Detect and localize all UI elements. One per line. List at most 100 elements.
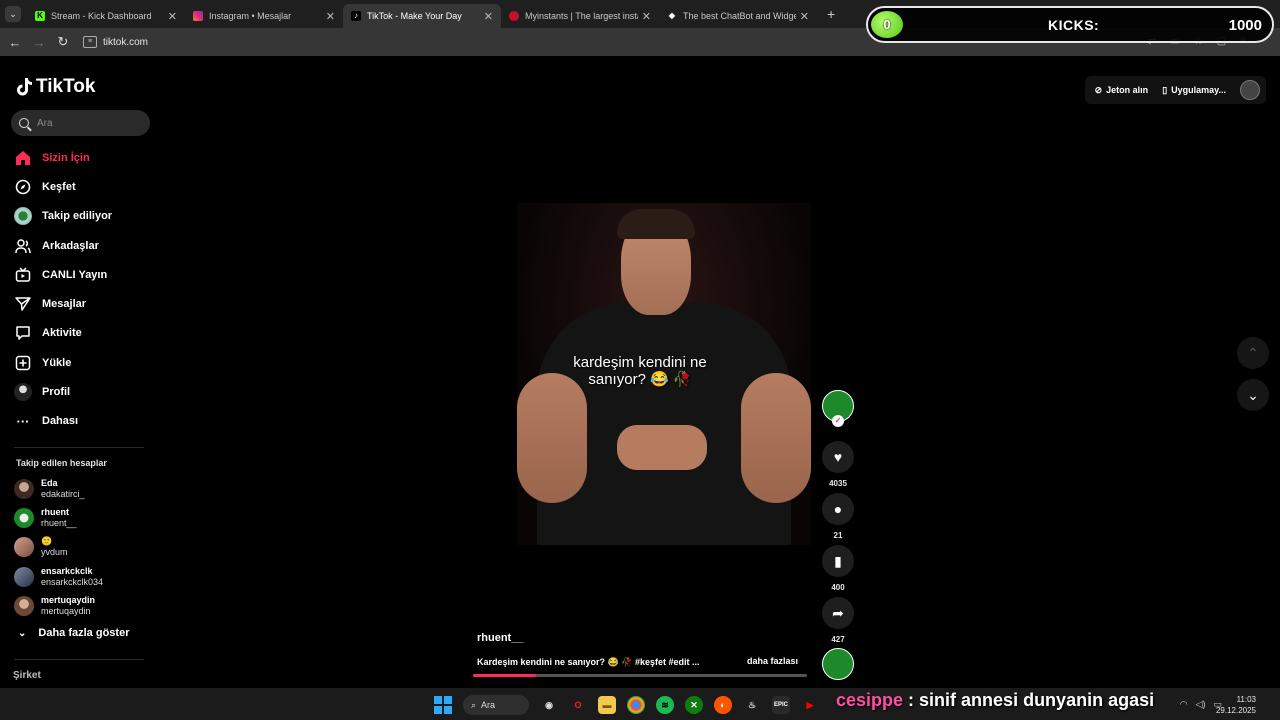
ticker-message: : sinif annesi dunyanin agasi	[903, 690, 1155, 710]
video-author[interactable]: rhuent__	[477, 632, 523, 644]
sidebar-divider	[14, 447, 144, 448]
avatar	[14, 478, 34, 499]
clock-time: 11:03	[1236, 695, 1256, 704]
wifi-icon[interactable]: ◠	[1180, 699, 1188, 710]
sidebar-item-more[interactable]: ··· Dahası	[14, 407, 154, 436]
myinstants-icon	[509, 11, 519, 21]
heart-icon[interactable]: ♥	[822, 441, 854, 473]
close-icon[interactable]: ✕	[168, 10, 177, 23]
close-icon[interactable]: ✕	[800, 10, 809, 23]
sidebar-item-following[interactable]: Takip ediliyor	[14, 202, 154, 231]
account-names: rhuent rhuent__	[41, 507, 77, 529]
chrome-icon[interactable]	[627, 696, 645, 714]
taskbar-clock[interactable]: 11:03 29.12.2025	[1216, 694, 1256, 716]
profile-avatar[interactable]	[1240, 80, 1260, 100]
sidebar-item-explore[interactable]: Keşfet	[14, 172, 154, 201]
tab-title: Instagram • Mesajlar	[209, 11, 292, 21]
taskbar-search[interactable]: ⌕ Ara	[463, 695, 529, 715]
youtube-icon[interactable]: ▶	[801, 696, 819, 714]
sidebar-item-live[interactable]: CANLI Yayın	[14, 260, 154, 289]
get-app-button[interactable]: ▯ Uygulamay...	[1162, 85, 1226, 96]
tiktok-logo[interactable]: TikTok	[16, 76, 95, 98]
comment-count: 21	[833, 531, 843, 540]
sidebar-item-label: Takip ediliyor	[42, 210, 113, 223]
bookmark-icon[interactable]: ▮	[822, 545, 854, 577]
browser-tab-chatbot[interactable]: ◆ The best ChatBot and Widgets ✕	[659, 4, 817, 28]
caption-line: kardeşim kendini ne	[573, 354, 707, 371]
chevron-up-icon: ⌃	[1247, 344, 1259, 361]
account-handle: edakatirci_	[41, 488, 85, 499]
file-explorer-icon[interactable]: ▬	[598, 696, 616, 714]
windows-start-icon[interactable]	[434, 696, 452, 714]
sidebar-item-friends[interactable]: Arkadaşlar	[14, 231, 154, 260]
list-item[interactable]: Eda edakatirci_	[14, 474, 103, 503]
sidebar-item-label: Aktivite	[42, 327, 82, 340]
account-name: mertuqaydin	[41, 595, 96, 606]
follow-check-icon[interactable]: ✓	[832, 415, 844, 427]
video-frame-shape	[617, 209, 695, 239]
next-video-button[interactable]: ⌄	[1237, 379, 1269, 411]
video-progress-bar[interactable]	[473, 674, 807, 677]
close-icon[interactable]: ✕	[642, 10, 651, 23]
epic-games-icon[interactable]: EPIC	[772, 696, 790, 714]
sidebar-item-label: Yükle	[42, 356, 72, 369]
account-handle: rhuent__	[41, 518, 77, 529]
origin-icon[interactable]: ◐	[714, 696, 732, 714]
comment-icon[interactable]: ●	[822, 493, 854, 525]
volume-icon[interactable]: ◁)	[1196, 699, 1206, 710]
previous-video-button[interactable]: ⌃	[1237, 337, 1269, 369]
url-text: tiktok.com	[103, 36, 149, 48]
reload-icon[interactable]: ↻	[51, 34, 75, 50]
sidebar-item-upload[interactable]: Yükle	[14, 348, 154, 377]
account-handle: mertuqaydin	[41, 606, 91, 617]
search-bar[interactable]	[11, 110, 150, 136]
forward-icon[interactable]: →	[27, 35, 51, 50]
search-input[interactable]	[37, 117, 137, 129]
sidebar-item-profile[interactable]: Profil	[14, 377, 154, 406]
list-item[interactable]: mertuqaydin mertuqaydin	[14, 592, 103, 621]
back-icon[interactable]: ←	[3, 35, 27, 50]
profile-icon	[14, 383, 32, 402]
share-count: 427	[831, 635, 845, 644]
sidebar-item-activity[interactable]: Aktivite	[14, 319, 154, 348]
browser-tab-tiktok[interactable]: ♪ TikTok - Make Your Day ✕	[343, 4, 501, 28]
chevron-down-icon: ⌄	[1247, 386, 1259, 403]
spotify-icon[interactable]: ≋	[656, 696, 674, 714]
get-coins-button[interactable]: ⊘ Jeton alın	[1095, 85, 1149, 96]
music-disc-avatar[interactable]	[822, 648, 854, 680]
list-item[interactable]: 🙂 yvdum	[14, 533, 103, 562]
account-names: ensarkckclk ensarkckclk034	[41, 566, 103, 588]
list-item[interactable]: rhuent rhuent__	[14, 503, 103, 532]
activity-icon	[14, 324, 32, 342]
close-icon[interactable]: ✕	[326, 10, 335, 23]
company-heading: Şirket	[13, 670, 41, 681]
tab-search-icon[interactable]: ⌄	[5, 6, 21, 22]
kicks-overlay: 0 KICKS: 1000	[866, 6, 1274, 43]
see-more-link[interactable]: daha fazlası	[747, 656, 798, 666]
chevron-down-icon: ⌄	[18, 627, 27, 639]
browser-tab-instagram[interactable]: Instagram • Mesajlar ✕	[185, 4, 343, 28]
xbox-icon[interactable]: ✕	[685, 696, 703, 714]
share-icon[interactable]: ➦	[822, 597, 854, 629]
new-tab-button[interactable]: +	[827, 6, 835, 22]
avatar	[14, 537, 34, 558]
tab-title: Stream - Kick Dashboard	[51, 11, 152, 21]
site-info-icon[interactable]: ≡	[83, 36, 97, 48]
close-icon[interactable]: ✕	[484, 10, 493, 23]
obs-icon[interactable]: ◉	[540, 696, 558, 714]
account-name: Eda	[41, 477, 58, 488]
opera-icon[interactable]: O	[569, 696, 587, 714]
sidebar-item-for-you[interactable]: Sizin İçin	[14, 143, 154, 172]
account-handle: ensarkckclk034	[41, 576, 104, 587]
sidebar-item-messages[interactable]: Mesajlar	[14, 289, 154, 318]
url-field[interactable]: ≡ tiktok.com	[83, 36, 148, 48]
browser-tab-myinstants[interactable]: Myinstants | The largest instant ✕	[501, 4, 659, 28]
ticker-user: cesippe	[836, 690, 904, 710]
tab-title: Myinstants | The largest instant	[525, 11, 638, 21]
live-icon	[14, 266, 32, 284]
browser-tab-kick[interactable]: K Stream - Kick Dashboard ✕	[27, 4, 185, 28]
show-more-button[interactable]: ⌄ Daha fazla göster	[18, 627, 129, 639]
steam-icon[interactable]: ♨	[743, 696, 761, 714]
list-item[interactable]: ensarkckclk ensarkckclk034	[14, 562, 103, 591]
get-app-label: Uygulamay...	[1171, 85, 1226, 95]
